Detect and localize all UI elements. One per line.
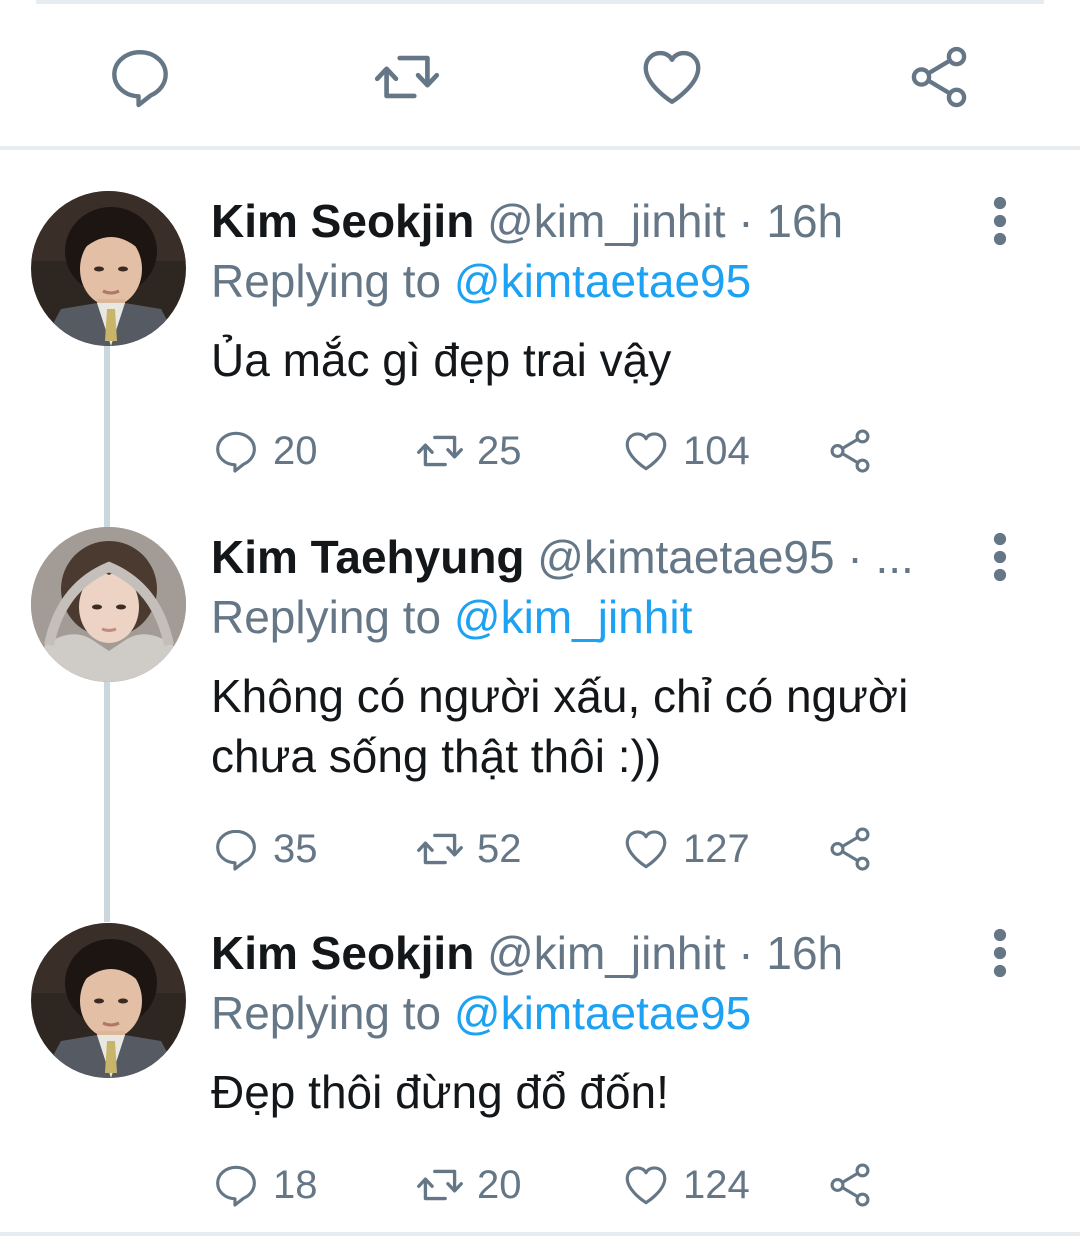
- display-name[interactable]: Kim Seokjin: [211, 927, 474, 979]
- more-options-button[interactable]: [980, 926, 1020, 980]
- tweet-text: Không có người xấu, chỉ có người chưa số…: [211, 666, 1011, 786]
- share-icon: [825, 824, 875, 874]
- share-icon: [825, 426, 875, 476]
- replying-to: Replying to @kimtaetae95: [211, 986, 751, 1040]
- reply-icon: [211, 824, 261, 874]
- retweet-button[interactable]: [372, 42, 442, 112]
- tweet-text: Ủa mắc gì đẹp trai vậy: [211, 330, 1011, 390]
- profile-photo: [31, 191, 186, 346]
- mention-link[interactable]: @kimtaetae95: [454, 987, 751, 1039]
- retweet-icon: [372, 42, 442, 112]
- reply-icon: [211, 1160, 261, 1210]
- reply-count: 18: [273, 1163, 318, 1207]
- like-icon: [621, 1160, 671, 1210]
- tweet-header: Kim Seokjin @kim_jinhit · 16h: [211, 926, 843, 980]
- display-name[interactable]: Kim Taehyung: [211, 531, 525, 583]
- main-tweet-action-bar: [0, 22, 1080, 132]
- retweet-count: 52: [477, 827, 522, 871]
- avatar[interactable]: [31, 527, 186, 682]
- retweet-count: 25: [477, 429, 522, 473]
- more-options-button[interactable]: [980, 530, 1020, 584]
- more-vertical-icon: [980, 194, 1020, 248]
- timestamp: · ...: [834, 531, 914, 583]
- more-vertical-icon: [980, 926, 1020, 980]
- like-icon: [637, 42, 707, 112]
- like-button[interactable]: [637, 42, 707, 112]
- tweet-header: Kim Seokjin @kim_jinhit · 16h: [211, 194, 843, 248]
- like-icon: [621, 426, 671, 476]
- tweet-actions: 35 52 127: [211, 822, 911, 876]
- reply-icon: [105, 42, 175, 112]
- like-icon: [621, 824, 671, 874]
- tweet-text-line: Không có người xấu, chỉ có người: [211, 670, 909, 722]
- reply-icon: [211, 426, 261, 476]
- replying-to-label: Replying to: [211, 255, 454, 307]
- retweet-icon: [415, 426, 465, 476]
- replying-to-label: Replying to: [211, 591, 454, 643]
- timestamp: · 16h: [725, 195, 844, 247]
- replying-to: Replying to @kimtaetae95: [211, 254, 751, 308]
- tweet-actions: 20 25 104: [211, 424, 911, 478]
- mention-link[interactable]: @kim_jinhit: [454, 591, 692, 643]
- like-count: 104: [683, 429, 750, 473]
- more-options-button[interactable]: [980, 194, 1020, 248]
- top-divider: [36, 0, 1044, 4]
- user-handle[interactable]: @kim_jinhit: [487, 195, 725, 247]
- tweet-text-line: Ủa mắc gì đẹp trai vậy: [211, 334, 672, 386]
- share-icon: [904, 42, 974, 112]
- replying-to: Replying to @kim_jinhit: [211, 590, 692, 644]
- like-count: 124: [683, 1163, 750, 1207]
- replying-to-label: Replying to: [211, 987, 454, 1039]
- thread-connector: [104, 682, 110, 922]
- retweet-icon: [415, 1160, 465, 1210]
- user-handle[interactable]: @kimtaetae95: [537, 531, 834, 583]
- section-divider: [0, 146, 1080, 150]
- avatar[interactable]: [31, 191, 186, 346]
- avatar[interactable]: [31, 923, 186, 1078]
- tweet-actions: 18 20 124: [211, 1158, 911, 1212]
- thread-connector: [104, 345, 110, 530]
- user-handle[interactable]: @kim_jinhit: [487, 927, 725, 979]
- reply-count: 20: [273, 429, 318, 473]
- display-name[interactable]: Kim Seokjin: [211, 195, 474, 247]
- share-button[interactable]: [904, 42, 974, 112]
- profile-photo: [31, 923, 186, 1078]
- mention-link[interactable]: @kimtaetae95: [454, 255, 751, 307]
- reply-button[interactable]: [105, 42, 175, 112]
- like-count: 127: [683, 827, 750, 871]
- retweet-count: 20: [477, 1163, 522, 1207]
- retweet-icon: [415, 824, 465, 874]
- profile-photo: [31, 527, 186, 682]
- tweet-text-line: chưa sống thật thôi :)): [211, 730, 662, 782]
- tweet-header: Kim Taehyung @kimtaetae95 · ...: [211, 530, 914, 584]
- share-icon: [825, 1160, 875, 1210]
- more-vertical-icon: [980, 530, 1020, 584]
- reply-count: 35: [273, 827, 318, 871]
- timestamp: · 16h: [725, 927, 844, 979]
- tweet-text-line: Đẹp thôi đừng đổ đốn!: [211, 1066, 669, 1118]
- tweet-text: Đẹp thôi đừng đổ đốn!: [211, 1062, 1011, 1122]
- bottom-divider: [0, 1232, 1080, 1236]
